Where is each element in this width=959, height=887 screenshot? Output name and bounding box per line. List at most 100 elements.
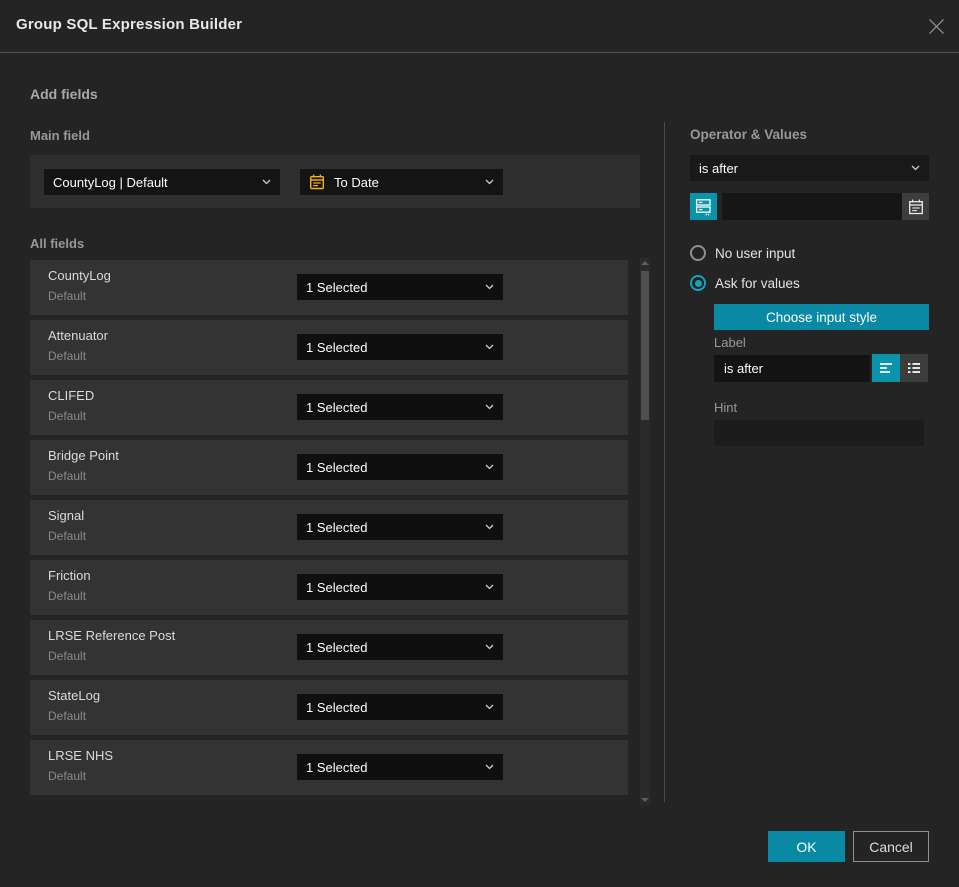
field-row-statelog: StateLog Default 1 Selected (30, 680, 628, 735)
field-name: CountyLog (48, 268, 111, 283)
label-field-label: Label (714, 335, 746, 350)
field-row-signal: Signal Default 1 Selected (30, 500, 628, 555)
chevron-down-icon (485, 524, 494, 530)
field-row-lrse-nhs: LRSE NHS Default 1 Selected (30, 740, 628, 795)
field-type: Default (48, 349, 87, 363)
radio-no-user-input[interactable]: No user input (690, 245, 795, 261)
field-selection-value: 1 Selected (306, 699, 368, 715)
field-row-lrse-reference-post: LRSE Reference Post Default 1 Selected (30, 620, 628, 675)
close-button[interactable] (927, 17, 945, 35)
field-name: LRSE Reference Post (48, 628, 176, 643)
field-selection-dropdown[interactable]: 1 Selected (297, 754, 503, 780)
value-input[interactable] (722, 193, 902, 220)
main-field-panel: CountyLog | Default To Date (30, 155, 640, 208)
field-type: Default (48, 469, 87, 483)
unique-values-icon (695, 199, 711, 216)
dialog-title: Group SQL Expression Builder (16, 16, 243, 33)
chevron-down-icon (485, 644, 494, 650)
calendar-icon (309, 174, 325, 190)
radio-no-user-input-label: No user input (715, 245, 796, 261)
operator-values-heading: Operator & Values (690, 127, 808, 142)
field-name: StateLog (48, 688, 101, 703)
field-selection-value: 1 Selected (306, 399, 368, 415)
fields-scrollbar[interactable] (640, 258, 650, 805)
field-type: Default (48, 589, 87, 603)
operator-select[interactable]: is after (690, 155, 929, 181)
list-style-button[interactable] (900, 354, 928, 382)
all-fields-label: All fields (30, 236, 85, 251)
hint-input[interactable] (714, 420, 924, 446)
scroll-up-icon[interactable] (641, 261, 649, 265)
radio-selected-icon (690, 275, 706, 291)
field-selection-value: 1 Selected (306, 519, 368, 535)
main-field-select[interactable]: CountyLog | Default (44, 169, 280, 195)
dialog-titlebar: Group SQL Expression Builder (0, 0, 959, 53)
align-left-icon (880, 363, 892, 373)
field-type: Default (48, 409, 87, 423)
add-fields-heading: Add fields (30, 86, 98, 102)
chevron-down-icon (911, 165, 920, 171)
field-selection-value: 1 Selected (306, 339, 368, 355)
field-name: Signal (48, 508, 85, 523)
bullet-list-icon (908, 363, 920, 373)
field-selection-dropdown[interactable]: 1 Selected (297, 514, 503, 540)
radio-unselected-icon (690, 245, 706, 261)
field-row-friction: Friction Default 1 Selected (30, 560, 628, 615)
close-icon (928, 18, 944, 34)
field-row-clifed: CLIFED Default 1 Selected (30, 380, 628, 435)
field-selection-dropdown[interactable]: 1 Selected (297, 334, 503, 360)
field-row-bridge-point: Bridge Point Default 1 Selected (30, 440, 628, 495)
chevron-down-icon (485, 704, 494, 710)
date-option-select[interactable]: To Date (300, 169, 503, 195)
field-type: Default (48, 289, 87, 303)
date-option-select-value: To Date (334, 174, 379, 190)
chevron-down-icon (485, 404, 494, 410)
field-selection-dropdown[interactable]: 1 Selected (297, 694, 503, 720)
field-name: Attenuator (48, 328, 108, 343)
field-type: Default (48, 529, 87, 543)
field-selection-value: 1 Selected (306, 279, 368, 295)
chevron-down-icon (485, 284, 494, 290)
field-selection-value: 1 Selected (306, 579, 368, 595)
main-field-select-value: CountyLog | Default (53, 174, 168, 190)
chevron-down-icon (485, 464, 494, 470)
field-type: Default (48, 649, 87, 663)
field-selection-value: 1 Selected (306, 759, 368, 775)
main-field-label: Main field (30, 128, 90, 143)
field-selection-dropdown[interactable]: 1 Selected (297, 274, 503, 300)
operator-select-value: is after (699, 160, 739, 176)
field-selection-dropdown[interactable]: 1 Selected (297, 634, 503, 660)
field-name: Bridge Point (48, 448, 119, 463)
calendar-icon (908, 199, 923, 214)
choose-input-style-button[interactable]: Choose input style (714, 304, 929, 330)
group-sql-expression-builder-dialog: { "dialog": { "title": "Group SQL Expres… (0, 0, 959, 887)
field-row-attenuator: Attenuator Default 1 Selected (30, 320, 628, 375)
ok-button[interactable]: OK (768, 831, 845, 862)
field-row-countylog: CountyLog Default 1 Selected (30, 260, 628, 315)
field-name: CLIFED (48, 388, 95, 403)
field-selection-dropdown[interactable]: 1 Selected (297, 574, 503, 600)
chevron-down-icon (262, 179, 271, 185)
chevron-down-icon (485, 584, 494, 590)
field-type: Default (48, 769, 87, 783)
scrollbar-thumb[interactable] (641, 271, 649, 420)
hint-field-label: Hint (714, 400, 738, 415)
radio-ask-for-values[interactable]: Ask for values (690, 275, 800, 291)
panel-divider (664, 122, 665, 802)
chevron-down-icon (485, 764, 494, 770)
field-selection-dropdown[interactable]: 1 Selected (297, 394, 503, 420)
chevron-down-icon (485, 344, 494, 350)
field-selection-value: 1 Selected (306, 639, 368, 655)
chevron-down-icon (485, 179, 494, 185)
label-input[interactable] (714, 355, 870, 382)
unique-values-button[interactable] (690, 193, 717, 220)
date-picker-button[interactable] (902, 193, 929, 220)
single-line-style-button[interactable] (872, 354, 900, 382)
field-selection-dropdown[interactable]: 1 Selected (297, 454, 503, 480)
cancel-button[interactable]: Cancel (853, 831, 929, 862)
field-name: Friction (48, 568, 91, 583)
radio-ask-for-values-label: Ask for values (715, 275, 800, 291)
field-name: LRSE NHS (48, 748, 114, 763)
field-selection-value: 1 Selected (306, 459, 368, 475)
scroll-down-icon[interactable] (641, 798, 649, 802)
